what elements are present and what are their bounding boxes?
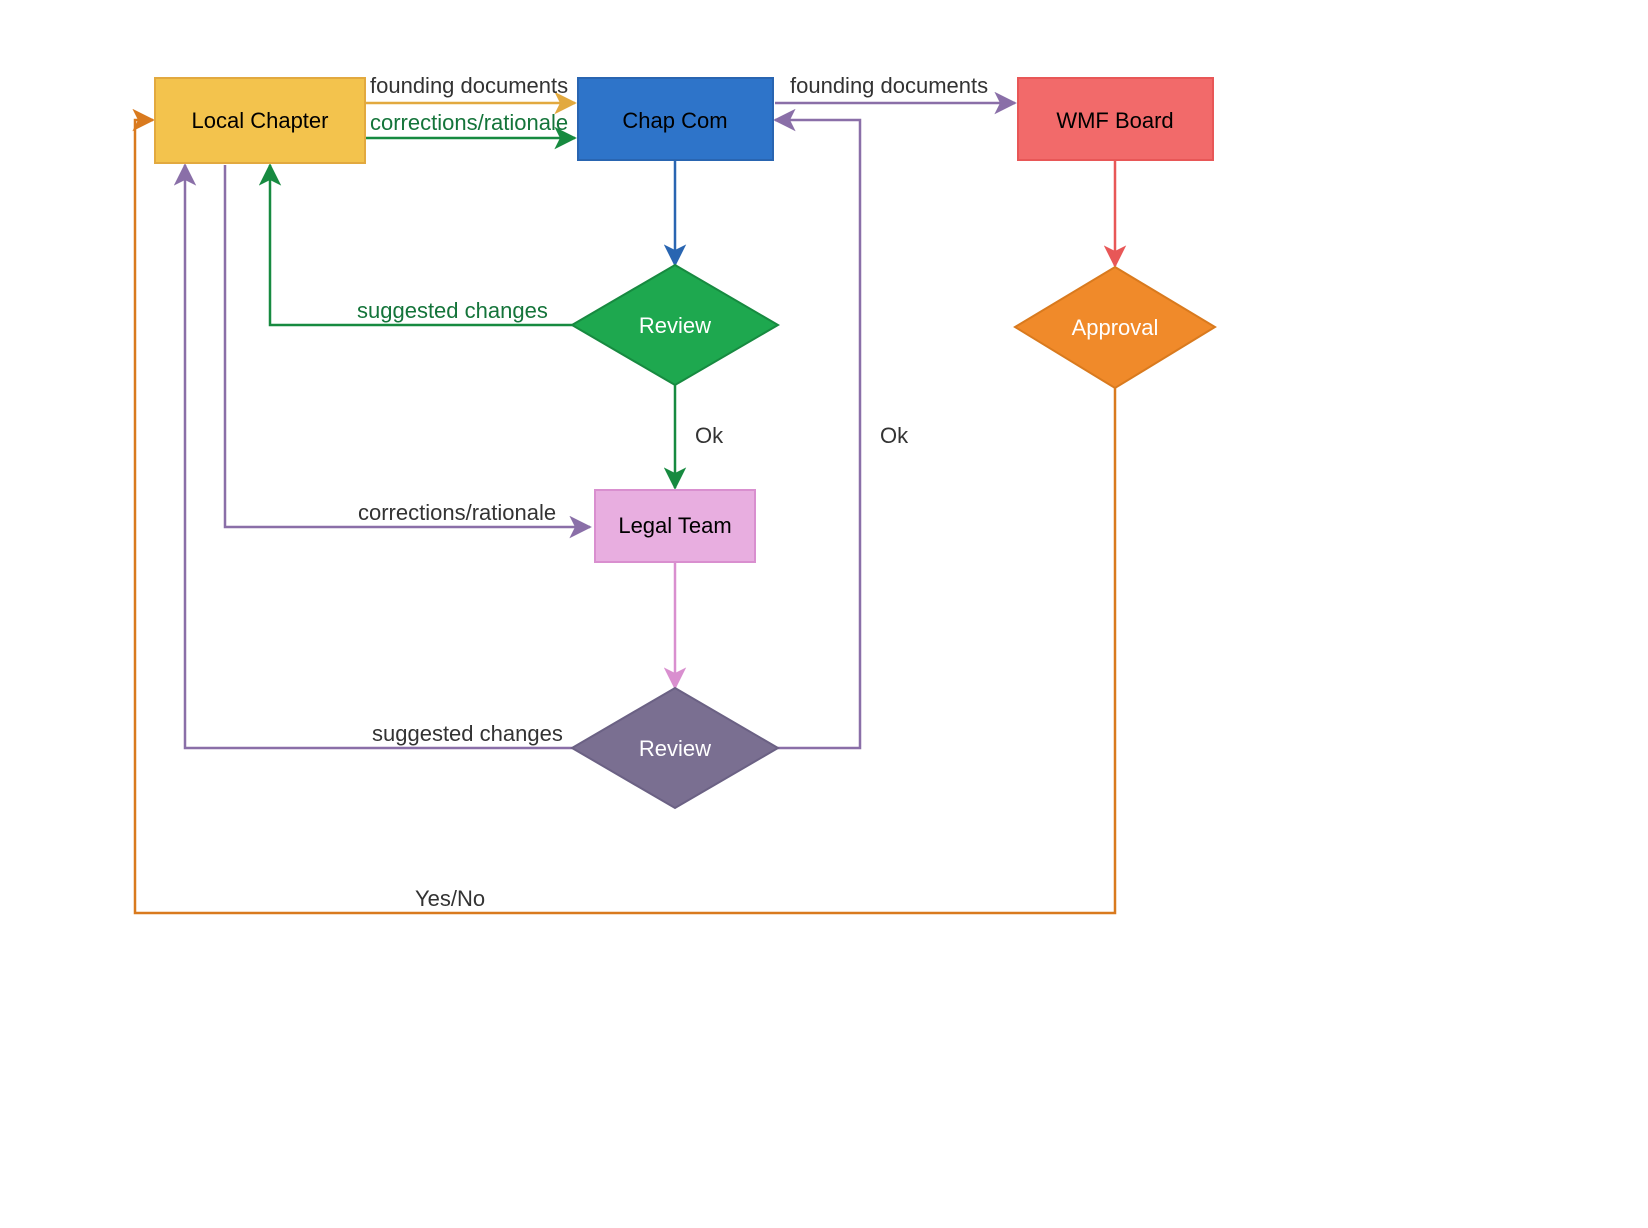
edge-label: Ok	[695, 423, 724, 448]
node-review-2: Review	[572, 688, 778, 808]
edge-review1-lc-suggested: suggested changes	[270, 165, 578, 325]
edge-lc-cc-founding: founding documents	[365, 73, 575, 103]
node-label: Chap Com	[622, 108, 727, 133]
edge-label: founding documents	[790, 73, 988, 98]
edge-label: Ok	[880, 423, 909, 448]
edge-label: corrections/rationale	[370, 110, 568, 135]
edge-label: founding documents	[370, 73, 568, 98]
node-wmf-board: WMF Board	[1018, 78, 1213, 160]
node-local-chapter: Local Chapter	[155, 78, 365, 163]
node-label: Approval	[1072, 315, 1159, 340]
edge-lc-legalteam-corrections: corrections/rationale	[225, 165, 590, 527]
node-chap-com: Chap Com	[578, 78, 773, 160]
node-label: Review	[639, 313, 711, 338]
node-review-1: Review	[572, 265, 778, 385]
flowchart-canvas: founding documents corrections/rationale…	[0, 0, 1648, 1228]
edge-label: suggested changes	[372, 721, 563, 746]
node-label: Local Chapter	[192, 108, 329, 133]
node-label: Legal Team	[618, 513, 731, 538]
edge-cc-wmf-founding: founding documents	[775, 73, 1015, 103]
node-legal-team: Legal Team	[595, 490, 755, 562]
edge-review2-cc-ok: Ok	[772, 120, 909, 748]
edge-label: corrections/rationale	[358, 500, 556, 525]
edge-lc-cc-corrections: corrections/rationale	[365, 110, 575, 138]
node-label: Review	[639, 736, 711, 761]
edge-label: Yes/No	[415, 886, 485, 911]
edge-review2-lc-suggested: suggested changes	[185, 165, 578, 748]
edge-review1-legalteam-ok: Ok	[675, 385, 724, 488]
node-approval: Approval	[1015, 267, 1215, 388]
node-label: WMF Board	[1056, 108, 1173, 133]
edge-label: suggested changes	[357, 298, 548, 323]
